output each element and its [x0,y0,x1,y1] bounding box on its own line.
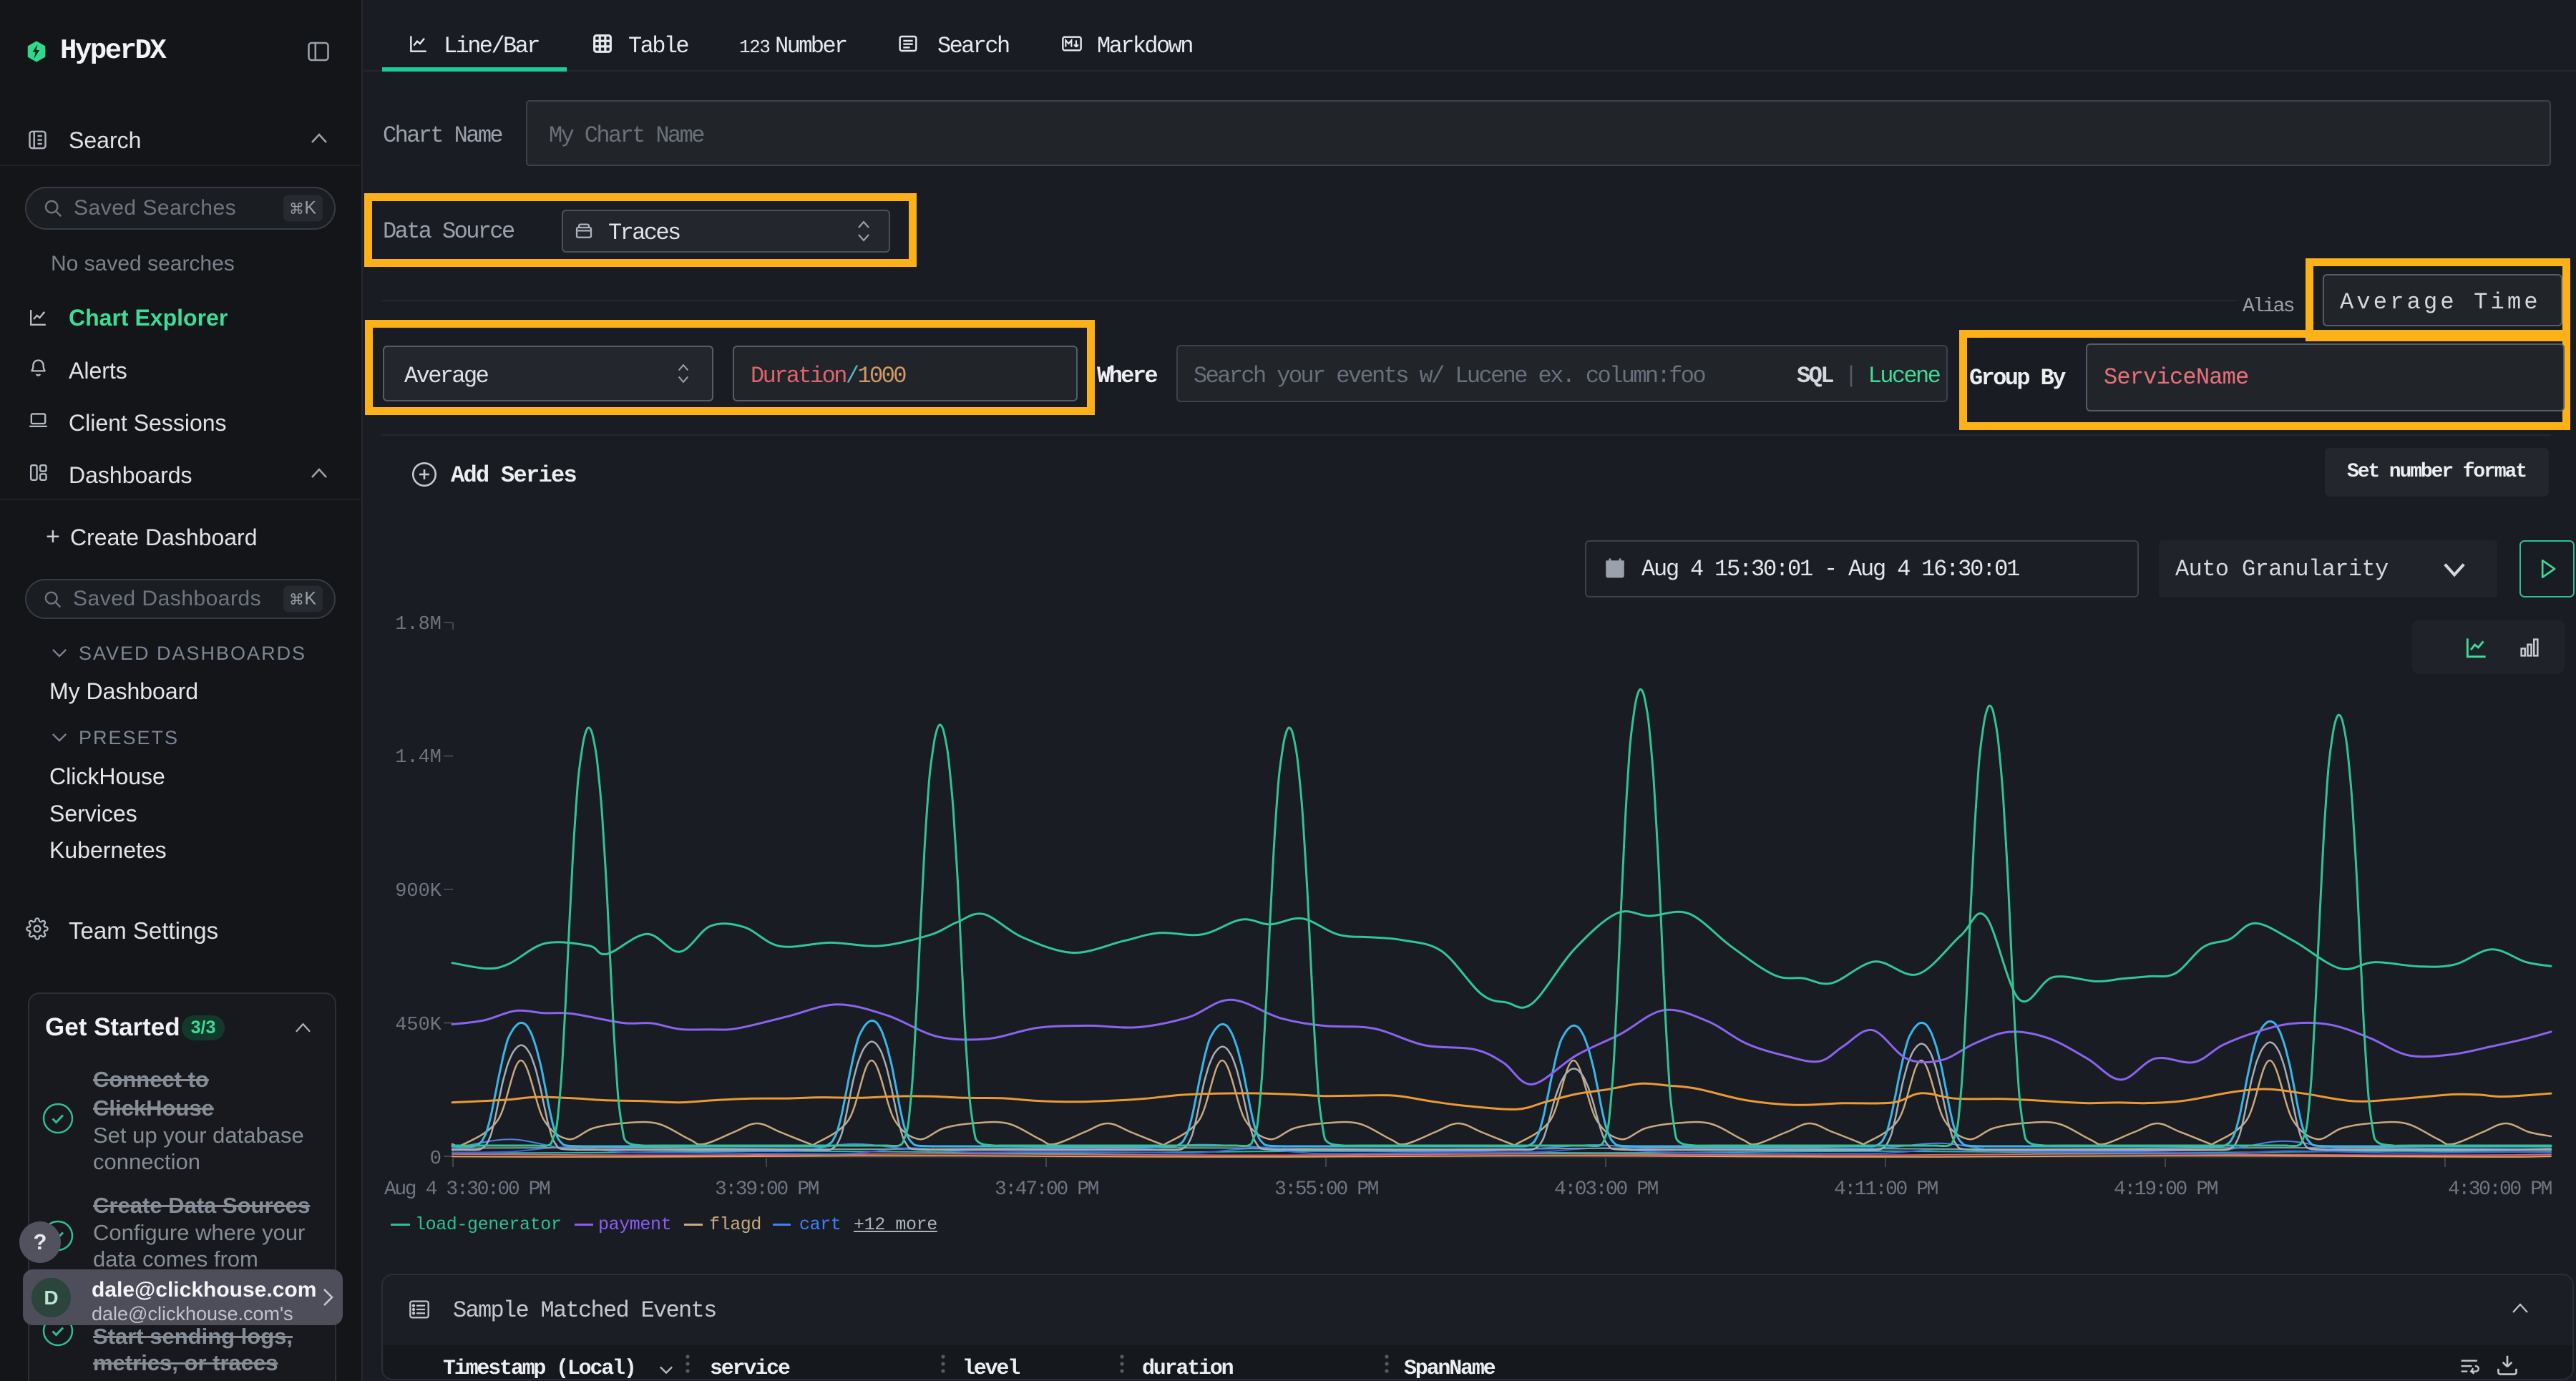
svg-text:4:03:00 PM: 4:03:00 PM [1554,1179,1659,1201]
svg-text:3:39:00 PM: 3:39:00 PM [715,1179,819,1201]
svg-text:3:47:00 PM: 3:47:00 PM [995,1179,1099,1201]
svg-text:4:11:00 PM: 4:11:00 PM [1834,1179,1938,1201]
svg-text:3:55:00 PM: 3:55:00 PM [1274,1179,1379,1201]
svg-text:4:30:00 PM: 4:30:00 PM [2448,1179,2552,1201]
svg-text:4:19:00 PM: 4:19:00 PM [2114,1179,2218,1201]
svg-text:1.8M: 1.8M [395,614,441,635]
svg-text:0: 0 [430,1148,441,1170]
svg-text:Aug 4 3:30:00 PM: Aug 4 3:30:00 PM [384,1179,550,1201]
svg-text:450K: 450K [395,1015,442,1036]
svg-text:1.4M: 1.4M [395,747,441,768]
svg-text:900K: 900K [395,881,442,902]
